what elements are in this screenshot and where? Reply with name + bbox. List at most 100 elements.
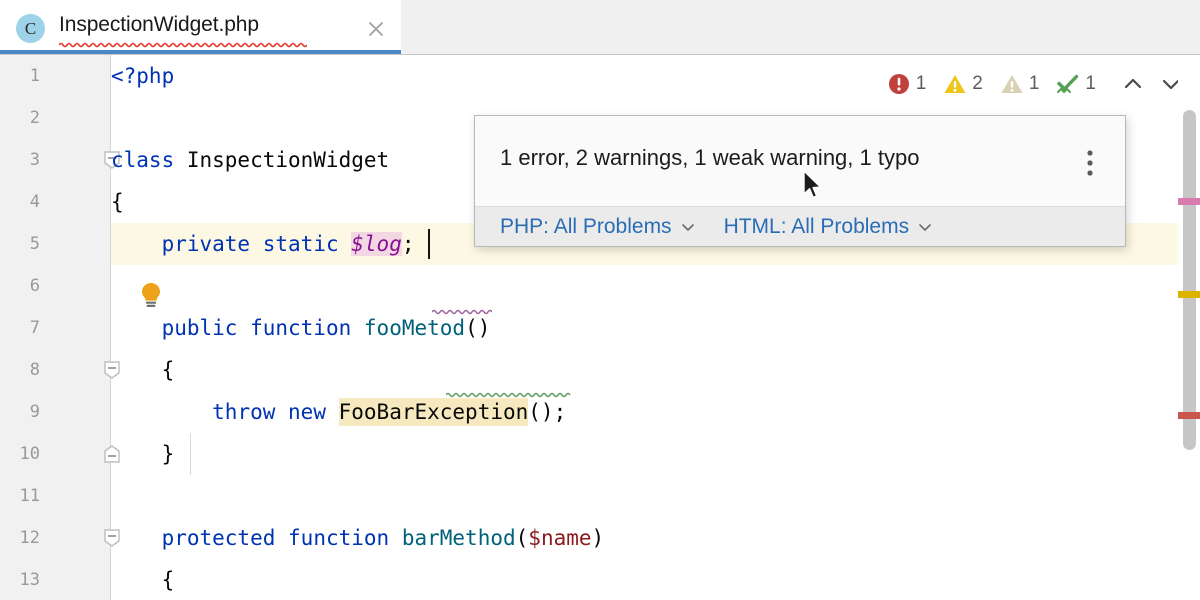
token-paren-open: ( bbox=[516, 526, 529, 550]
token-close-brace: } bbox=[162, 442, 175, 466]
token-foometod-name: fooMetod bbox=[364, 316, 465, 340]
line-number: 4 bbox=[0, 181, 40, 223]
tab-active-underline bbox=[0, 50, 401, 54]
token-class-name: InspectionWidget bbox=[174, 148, 389, 172]
tab-title: InspectionWidget.php bbox=[59, 13, 259, 37]
token-open-brace: { bbox=[111, 190, 124, 214]
token-open-brace: { bbox=[162, 568, 175, 592]
marker-warning[interactable] bbox=[1178, 291, 1200, 298]
indent-ws bbox=[111, 442, 162, 466]
editor-scrollbar-track[interactable] bbox=[1178, 55, 1200, 600]
indent-ws bbox=[111, 526, 162, 550]
space bbox=[275, 526, 288, 550]
space bbox=[275, 400, 288, 424]
warning-status[interactable]: 2 bbox=[942, 71, 983, 97]
space bbox=[250, 232, 263, 256]
editor-tab-inspectionwidget[interactable]: C InspectionWidget.php bbox=[0, 0, 401, 54]
indent-ws bbox=[111, 400, 212, 424]
token-private-keyword: private bbox=[162, 232, 251, 256]
line-number: 7 bbox=[0, 307, 40, 349]
token-log-variable: $log bbox=[351, 232, 402, 256]
code-line-1: <?php bbox=[111, 55, 174, 97]
indent-ws bbox=[111, 316, 162, 340]
token-php-open: <?php bbox=[111, 64, 174, 88]
php-class-file-icon: C bbox=[16, 14, 45, 43]
popup-summary-section: 1 error, 2 warnings, 1 weak warning, 1 t… bbox=[475, 116, 1125, 206]
scope-html-label: HTML: All Problems bbox=[724, 215, 910, 239]
editor-scrollbar-thumb[interactable] bbox=[1183, 110, 1196, 450]
scope-html[interactable]: HTML: All Problems bbox=[724, 215, 934, 239]
token-public-keyword: public bbox=[162, 316, 238, 340]
more-options-icon[interactable] bbox=[1075, 146, 1105, 180]
weak-warning-status[interactable]: 1 bbox=[999, 71, 1040, 97]
ide-editor-window: C InspectionWidget.php 1 2 3 4 5 6 7 8 bbox=[0, 0, 1200, 600]
token-function-keyword: function bbox=[288, 526, 389, 550]
token-new-keyword: new bbox=[288, 400, 326, 424]
code-line-8: { bbox=[111, 349, 174, 391]
typo-status[interactable]: 1 bbox=[1055, 71, 1096, 97]
token-paren-close: ) bbox=[592, 526, 605, 550]
token-parens: () bbox=[465, 316, 490, 340]
indent-guide bbox=[190, 433, 191, 475]
space bbox=[326, 400, 339, 424]
line-number: 11 bbox=[0, 475, 40, 517]
indent-ws bbox=[111, 358, 162, 382]
code-line-3: class InspectionWidget bbox=[111, 139, 389, 181]
error-status[interactable]: 1 bbox=[886, 71, 927, 97]
token-static-keyword: static bbox=[263, 232, 339, 256]
token-barmethod-name: barMethod bbox=[402, 526, 516, 550]
token-semicolon: ; bbox=[402, 232, 415, 256]
line-number: 12 bbox=[0, 517, 40, 559]
chevron-down-icon bbox=[917, 219, 933, 235]
code-line-4: { bbox=[111, 181, 124, 223]
line-number: 5 bbox=[0, 223, 40, 265]
weak-warning-triangle-icon bbox=[999, 71, 1025, 97]
typo-check-icon bbox=[1055, 71, 1081, 97]
space bbox=[237, 316, 250, 340]
inspection-widget-popup[interactable]: 1 error, 2 warnings, 1 weak warning, 1 t… bbox=[474, 115, 1126, 247]
warning-count: 2 bbox=[972, 73, 983, 95]
token-throw-keyword: throw bbox=[212, 400, 275, 424]
line-number: 2 bbox=[0, 97, 40, 139]
code-line-10: } bbox=[111, 433, 174, 475]
weak-warning-count: 1 bbox=[1029, 73, 1040, 95]
indent-ws bbox=[111, 568, 162, 592]
code-line-12: protected function barMethod($name) bbox=[111, 517, 604, 559]
token-name-param: $name bbox=[528, 526, 591, 550]
warning-triangle-icon bbox=[942, 71, 968, 97]
code-line-9: throw new FooBarException(); bbox=[111, 391, 566, 433]
marker-error[interactable] bbox=[1178, 412, 1200, 419]
code-line-5: private static $log; bbox=[111, 223, 415, 265]
space bbox=[389, 526, 402, 550]
line-number: 9 bbox=[0, 391, 40, 433]
chevron-down-icon bbox=[680, 219, 696, 235]
indent-ws bbox=[111, 232, 162, 256]
inspection-summary-text: 1 error, 2 warnings, 1 weak warning, 1 t… bbox=[500, 145, 919, 171]
space bbox=[351, 316, 364, 340]
close-icon[interactable] bbox=[363, 16, 389, 42]
scope-php[interactable]: PHP: All Problems bbox=[500, 215, 696, 239]
popup-scope-section: PHP: All Problems HTML: All Problems bbox=[475, 206, 1125, 246]
token-class-keyword: class bbox=[111, 148, 174, 172]
error-count: 1 bbox=[916, 73, 927, 95]
inspection-status-strip[interactable]: 1 2 bbox=[886, 67, 1188, 101]
error-circle-icon bbox=[886, 71, 912, 97]
token-open-brace: { bbox=[162, 358, 175, 382]
editor-tab-bar: C InspectionWidget.php bbox=[0, 0, 1200, 55]
typo-count: 1 bbox=[1085, 73, 1096, 95]
token-protected-keyword: protected bbox=[162, 526, 276, 550]
previous-problem-button[interactable] bbox=[1116, 69, 1150, 99]
intention-bulb-icon[interactable] bbox=[136, 280, 166, 310]
token-foobarexception-name: FooBarException bbox=[339, 398, 529, 426]
line-number: 10 bbox=[0, 433, 40, 475]
space bbox=[339, 232, 352, 256]
marker-typo[interactable] bbox=[1178, 198, 1200, 205]
line-number: 8 bbox=[0, 349, 40, 391]
code-line-13: { bbox=[111, 559, 174, 600]
token-function-keyword: function bbox=[250, 316, 351, 340]
text-caret bbox=[428, 229, 430, 259]
code-line-7: public function fooMetod() bbox=[111, 307, 490, 349]
line-number: 1 bbox=[0, 55, 40, 97]
token-call-tail: (); bbox=[528, 400, 566, 424]
tab-title-typo-squiggle bbox=[59, 41, 307, 48]
